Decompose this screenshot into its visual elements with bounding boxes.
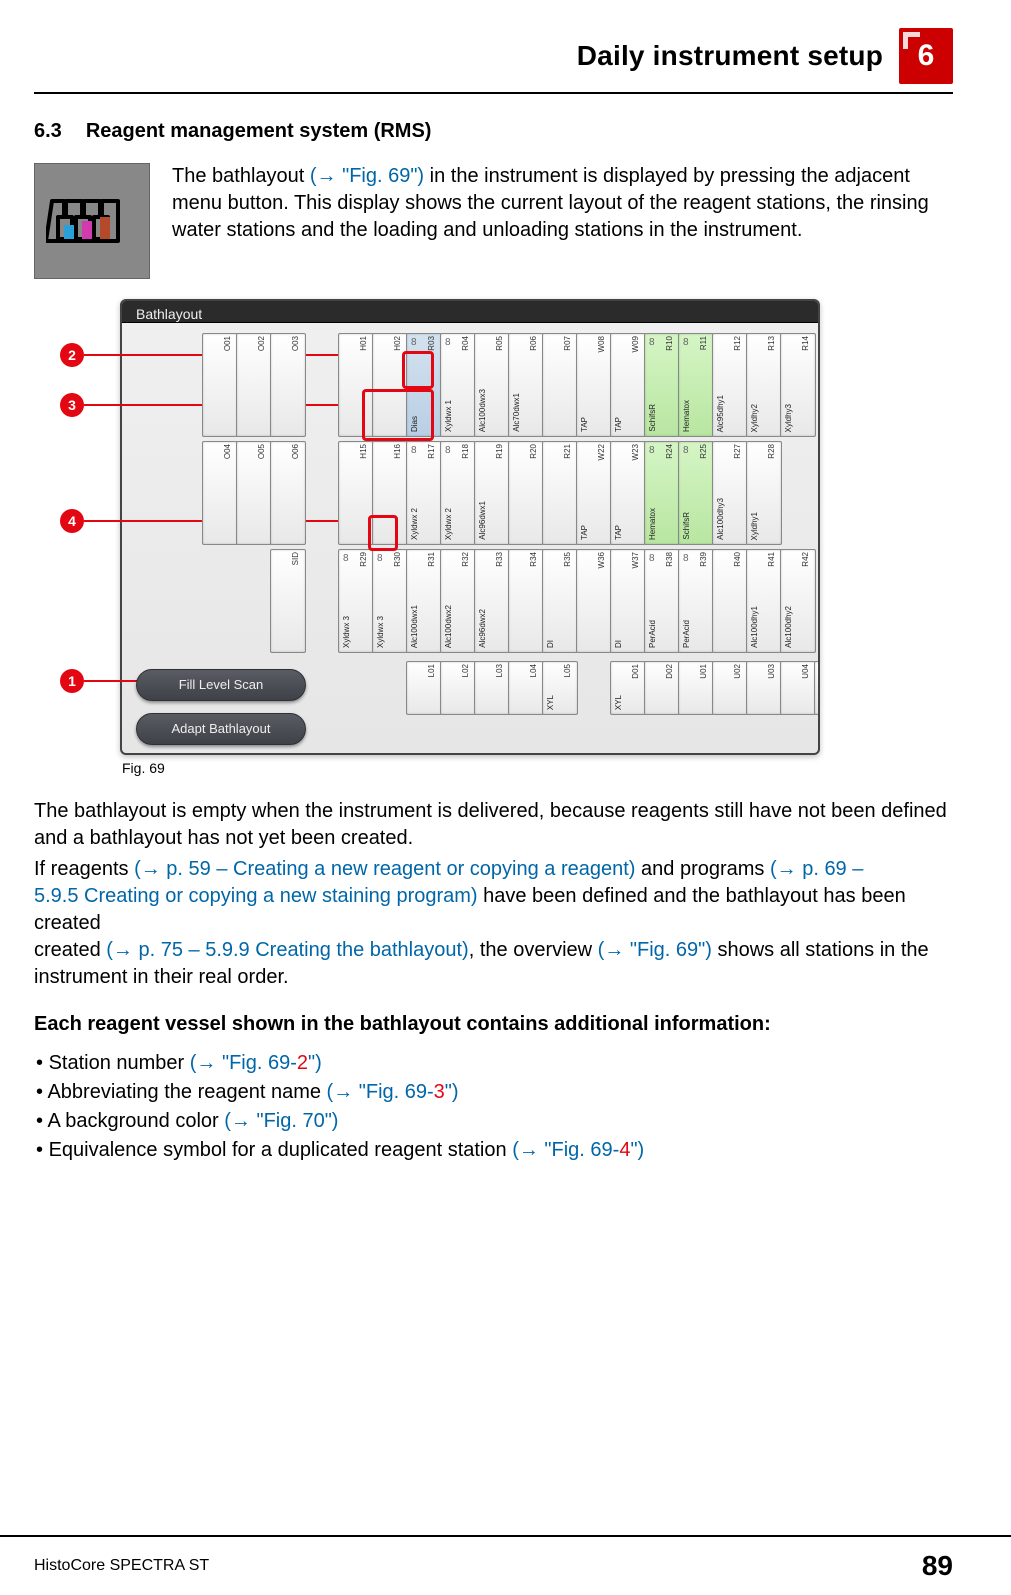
- station-cell[interactable]: H16: [372, 441, 408, 545]
- station-cell[interactable]: O04: [202, 441, 238, 545]
- callout-3: 3: [60, 393, 84, 417]
- link-ref[interactable]: (→ "Fig. 69-: [190, 1052, 297, 1074]
- station-cell[interactable]: R29Xyldwx 38: [338, 549, 374, 653]
- callout-2: 2: [60, 343, 84, 367]
- station-cell[interactable]: R35DI: [542, 549, 578, 653]
- callout-4: 4: [60, 509, 84, 533]
- station-cell[interactable]: R31Alc100dwx1: [406, 549, 442, 653]
- station-cell[interactable]: W23TAP: [610, 441, 646, 545]
- link-ref[interactable]: (→ "Fig. 70"): [224, 1110, 338, 1132]
- station-cell[interactable]: R41Alc100dhy1: [746, 549, 782, 653]
- station-cell[interactable]: R18Xyldwx 28: [440, 441, 476, 545]
- bathlayout-panel: Bathlayout O01O02O03 H01H02R03Dias8R04Xyl…: [120, 299, 820, 755]
- link-p59[interactable]: (→ p. 59 – Creating a new reagent or cop…: [134, 858, 635, 880]
- station-cell[interactable]: R25SchifsR8: [678, 441, 714, 545]
- station-cell[interactable]: R10SchifsR8: [644, 333, 680, 437]
- body-text: The bathlayout is empty when the instrum…: [34, 798, 953, 991]
- intro-paragraph: The bathlayout (→ "Fig. 69") in the inst…: [172, 163, 953, 279]
- station-cell[interactable]: D01XYL: [610, 661, 646, 715]
- bullet-list: Station number (→ "Fig. 69-2")Abbreviati…: [34, 1050, 953, 1164]
- list-item: Station number (→ "Fig. 69-2"): [36, 1050, 953, 1077]
- subheading: Each reagent vessel shown in the bathlay…: [34, 1011, 953, 1038]
- station-cell[interactable]: O06: [270, 441, 306, 545]
- station-cell[interactable]: R33Alc96dwx2: [474, 549, 510, 653]
- station-cell[interactable]: O05: [236, 441, 272, 545]
- station-cell[interactable]: R42Alc100dhy2: [780, 549, 816, 653]
- station-cell[interactable]: R11Hematox8: [678, 333, 714, 437]
- list-item: A background color (→ "Fig. 70"): [36, 1108, 953, 1135]
- station-cell[interactable]: W08TAP: [576, 333, 612, 437]
- link-fig69[interactable]: (→ "Fig. 69"): [310, 165, 424, 187]
- station-cell[interactable]: R28Xyldhy1: [746, 441, 782, 545]
- station-cell[interactable]: H02: [372, 333, 408, 437]
- station-cell[interactable]: U04: [780, 661, 816, 715]
- list-item: Abbreviating the reagent name (→ "Fig. 6…: [36, 1079, 953, 1106]
- station-cell[interactable]: R24Hematox8: [644, 441, 680, 545]
- station-cell[interactable]: W22TAP: [576, 441, 612, 545]
- figure-caption: Fig. 69: [122, 759, 820, 778]
- link-p69a[interactable]: (→ p. 69 –: [770, 858, 863, 880]
- bathlayout-menu-icon: [34, 163, 150, 279]
- station-cell[interactable]: U05: [814, 661, 820, 715]
- page-number: 89: [922, 1547, 953, 1585]
- section-title: Reagent management system (RMS): [86, 118, 432, 145]
- station-cell[interactable]: O03: [270, 333, 306, 437]
- station-cell[interactable]: R40: [712, 549, 748, 653]
- station-cell[interactable]: U02: [712, 661, 748, 715]
- fill-level-scan-button[interactable]: Fill Level Scan: [136, 669, 306, 701]
- station-cell[interactable]: U01: [678, 661, 714, 715]
- station-cell[interactable]: O01: [202, 333, 238, 437]
- station-cell[interactable]: R05Alc100dwx3: [474, 333, 510, 437]
- station-cell[interactable]: R30Xyldwx 38: [372, 549, 408, 653]
- station-cell[interactable]: U03: [746, 661, 782, 715]
- station-cell[interactable]: R12Alc95dhy1: [712, 333, 748, 437]
- station-cell[interactable]: R07: [542, 333, 578, 437]
- bathlayout-titlebar: Bathlayout: [122, 301, 818, 323]
- station-cell[interactable]: R03Dias8: [406, 333, 442, 437]
- station-cell[interactable]: R17Xyldwx 28: [406, 441, 442, 545]
- station-cell[interactable]: L02: [440, 661, 476, 715]
- station-cell[interactable]: R13Xyldhy2: [746, 333, 782, 437]
- section-number: 6.3: [34, 118, 62, 145]
- station-cell[interactable]: R19Alc96dwx1: [474, 441, 510, 545]
- station-cell[interactable]: R32Alc100dwx2: [440, 549, 476, 653]
- station-cell[interactable]: L03: [474, 661, 510, 715]
- station-cell[interactable]: R21: [542, 441, 578, 545]
- station-cell[interactable]: D02: [644, 661, 680, 715]
- footer-product: HistoCore SPECTRA ST: [34, 1555, 209, 1577]
- station-cell[interactable]: R06Alc70dwx1: [508, 333, 544, 437]
- station-cell[interactable]: SID: [270, 549, 306, 653]
- list-item: Equivalence symbol for a duplicated reag…: [36, 1137, 953, 1164]
- station-cell[interactable]: L04: [508, 661, 544, 715]
- link-p75[interactable]: (→ p. 75 – 5.9.9 Creating the bathlayout…: [106, 939, 468, 961]
- chapter-badge: 6: [899, 28, 953, 84]
- callout-1: 1: [60, 669, 84, 693]
- station-cell[interactable]: R14Xyldhy3: [780, 333, 816, 437]
- station-cell[interactable]: W36: [576, 549, 612, 653]
- station-cell[interactable]: R34: [508, 549, 544, 653]
- station-cell[interactable]: L05XYL: [542, 661, 578, 715]
- link-ref[interactable]: (→ "Fig. 69-: [512, 1139, 619, 1161]
- adapt-bathlayout-button[interactable]: Adapt Bathlayout: [136, 713, 306, 745]
- station-cell[interactable]: R39PerAcid8: [678, 549, 714, 653]
- station-cell[interactable]: W37DI: [610, 549, 646, 653]
- link-fig69b[interactable]: (→ "Fig. 69"): [598, 939, 712, 961]
- station-cell[interactable]: R04Xyldwx 18: [440, 333, 476, 437]
- link-ref[interactable]: (→ "Fig. 69-: [327, 1081, 434, 1103]
- link-p69b[interactable]: 5.9.5 Creating or copying a new staining…: [34, 885, 478, 907]
- station-cell[interactable]: L01: [406, 661, 442, 715]
- station-cell[interactable]: H01: [338, 333, 374, 437]
- station-cell[interactable]: R20: [508, 441, 544, 545]
- station-cell[interactable]: H15: [338, 441, 374, 545]
- station-cell[interactable]: W09TAP: [610, 333, 646, 437]
- header-rule: [34, 92, 953, 94]
- chapter-title: Daily instrument setup: [577, 37, 883, 75]
- station-cell[interactable]: R38PerAcid8: [644, 549, 680, 653]
- station-cell[interactable]: O02: [236, 333, 272, 437]
- station-cell[interactable]: R27Alc100dhy3: [712, 441, 748, 545]
